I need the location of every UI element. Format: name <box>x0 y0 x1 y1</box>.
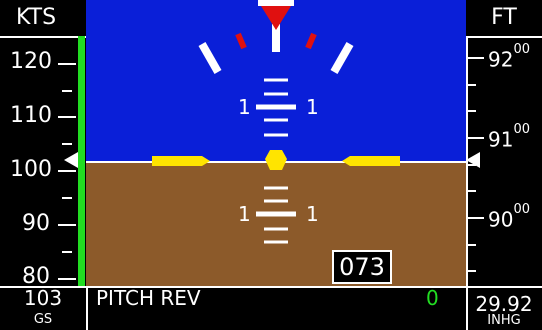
airspeed-tape: KTS 120 110 100 90 80 <box>0 0 86 289</box>
speed-tick <box>62 90 72 92</box>
bottom-divider-left <box>86 286 88 330</box>
speed-tick <box>58 63 76 65</box>
attitude-indicator: 1 1 1 1 073 <box>86 0 466 286</box>
speed-tick <box>62 197 72 199</box>
aircraft-wing-right <box>342 156 400 166</box>
alt-label-9200: 9200 <box>488 42 530 72</box>
mode-annunciation: PITCH REV <box>96 286 201 310</box>
bottom-status-bar: 103 GS PITCH REV 0 29.92 INHG <box>0 286 542 330</box>
speed-tick <box>58 116 76 118</box>
speed-label-120: 120 <box>10 49 52 74</box>
alt-label-lo: 00 <box>513 202 530 217</box>
ground-speed-value: 103 <box>23 286 63 310</box>
pitch-label-upper-right: 1 <box>306 95 319 119</box>
alt-label-hi: 91 <box>488 127 514 152</box>
attitude-graphic: 1 1 1 1 <box>86 0 466 286</box>
alt-tick <box>468 244 476 246</box>
speed-trend-bar <box>78 36 85 286</box>
speed-tick <box>58 224 76 226</box>
alt-label-lo: 00 <box>513 122 530 137</box>
alt-label-hi: 92 <box>488 47 514 72</box>
ground-speed-label: GS <box>33 312 53 327</box>
altitude-bug-icon <box>466 152 480 168</box>
speed-tick <box>58 278 76 280</box>
speed-tick <box>58 170 76 172</box>
alt-tick <box>468 57 484 59</box>
pitch-label-lower-right: 1 <box>306 202 319 226</box>
alt-label-lo: 00 <box>513 42 530 57</box>
speed-label-110: 110 <box>10 103 52 128</box>
alt-tick <box>468 217 484 219</box>
ground-area <box>86 162 466 286</box>
alt-label-9100: 9100 <box>488 122 530 152</box>
alt-tick <box>468 270 476 272</box>
mode-value: 0 <box>426 286 439 310</box>
tape-divider <box>466 36 542 38</box>
baro-setting-value: 29.92 <box>475 292 533 316</box>
alt-tick <box>468 137 484 139</box>
tape-divider <box>0 36 86 38</box>
alt-tick <box>468 190 476 192</box>
pitch-label-upper-left: 1 <box>238 95 251 119</box>
speed-bug-icon <box>64 152 78 168</box>
pitch-label-lower-left: 1 <box>238 202 251 226</box>
speed-tick <box>62 143 72 145</box>
speed-tick <box>62 251 72 253</box>
alt-label-9000: 9000 <box>488 202 530 232</box>
baro-setting-unit: INHG <box>487 313 521 328</box>
roll-scale-top-bar <box>258 0 294 6</box>
alt-label-hi: 90 <box>488 207 514 232</box>
altitude-tape: FT 9200 9100 9000 <box>466 0 542 286</box>
heading-readout: 073 <box>332 250 392 284</box>
airspeed-unit: KTS <box>15 5 57 30</box>
altitude-unit: FT <box>491 5 517 30</box>
alt-tick <box>468 84 476 86</box>
speed-label-90: 90 <box>22 211 50 236</box>
speed-label-80: 80 <box>22 264 50 289</box>
speed-label-100: 100 <box>10 157 52 182</box>
aircraft-wing-left <box>152 156 210 166</box>
alt-tick <box>468 110 476 112</box>
